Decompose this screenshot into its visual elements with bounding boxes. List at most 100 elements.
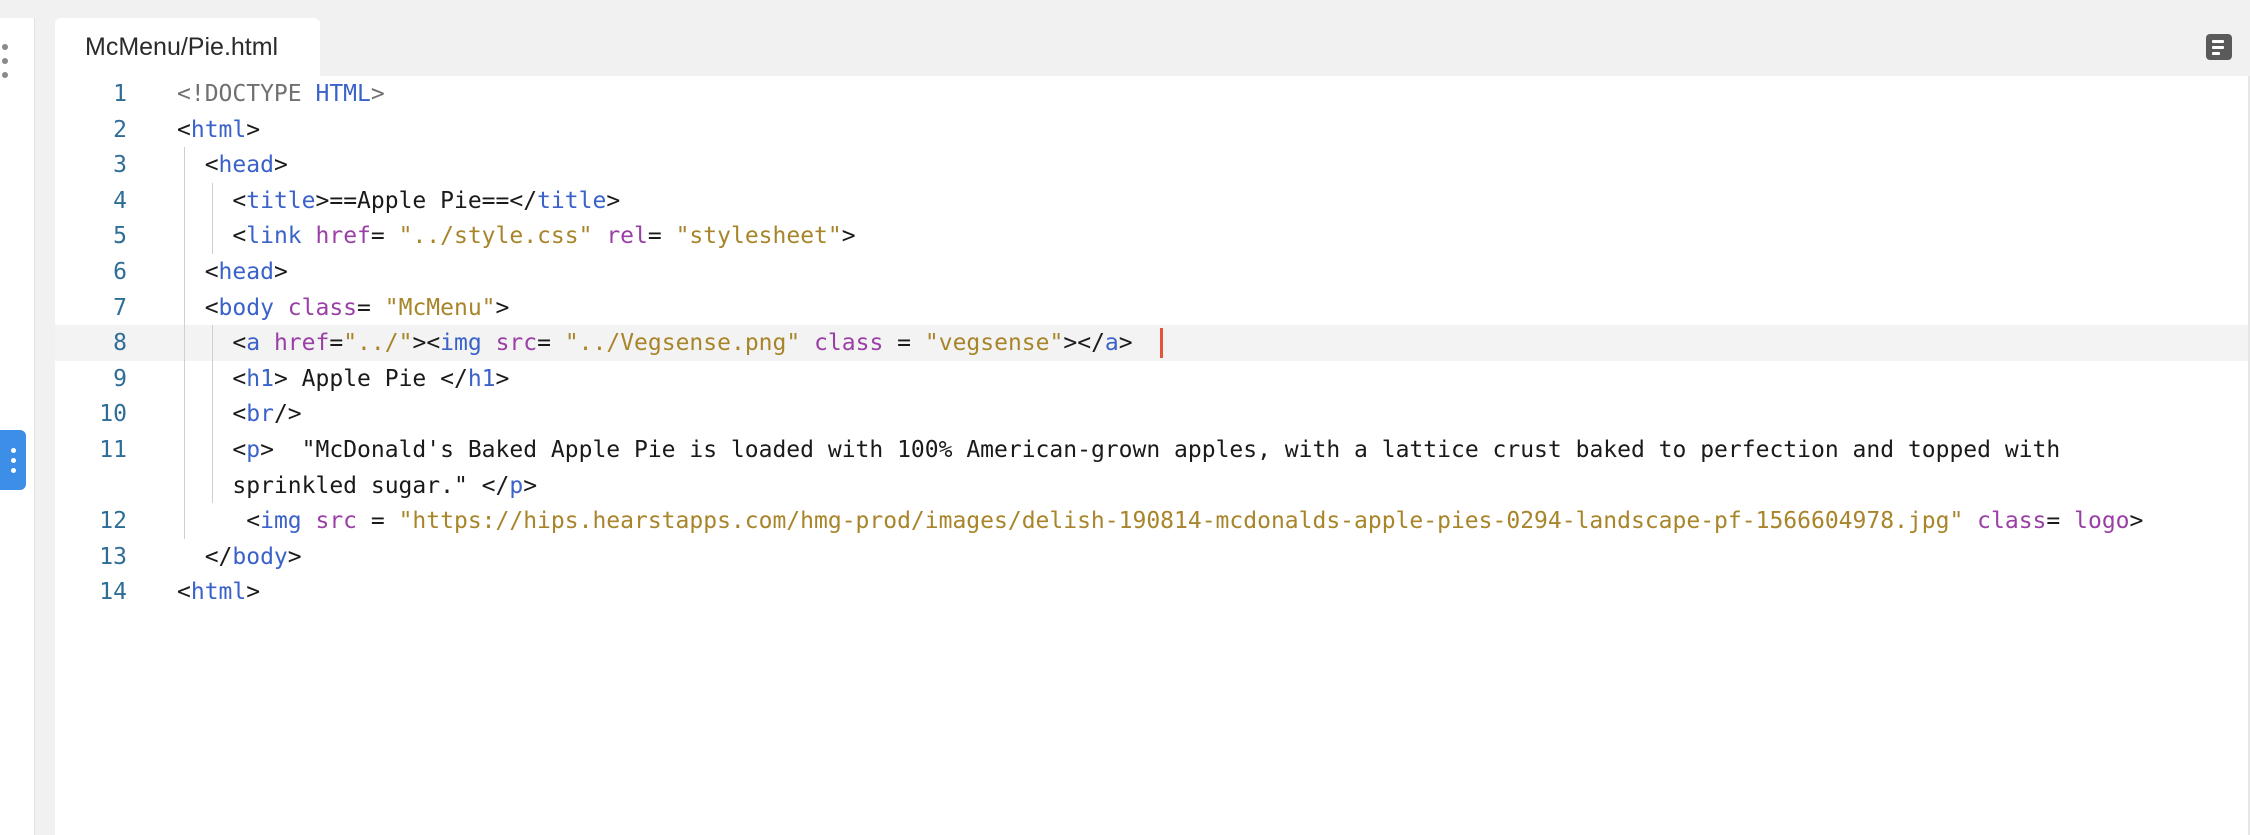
code-token: head — [218, 259, 274, 285]
line-text: <head> — [177, 254, 288, 290]
code-token: img — [440, 330, 496, 357]
code-token: title — [246, 187, 316, 214]
code-token: "vegsense" — [924, 330, 1064, 357]
code-token: body — [218, 294, 288, 321]
code-token: "McMenu" — [384, 294, 496, 321]
code-line[interactable]: 1 <!DOCTYPE HTML> — [55, 76, 2250, 112]
vertical-dots-icon[interactable] — [0, 44, 10, 78]
code-token: a — [1104, 330, 1119, 357]
code-token: a — [246, 330, 274, 357]
code-token: = — [357, 294, 385, 321]
code-token: "https://hips.hearstapps.com/hmg-prod/im… — [398, 508, 1964, 535]
code-token: > — [287, 543, 302, 570]
code-token: = — [370, 223, 399, 250]
line-text: <head> — [177, 147, 288, 183]
code-token: > — [412, 330, 427, 357]
code-token: src — [315, 508, 358, 535]
code-area[interactable]: 1 <!DOCTYPE HTML> 2 <html> 3 <head> 4 <title>… — [55, 76, 2250, 835]
code-token: </ — [1077, 330, 1105, 357]
code-line[interactable]: 13 </body> — [55, 539, 2250, 575]
code-token: p — [246, 437, 261, 463]
code-token: >==Apple Pie==</ — [315, 187, 538, 214]
line-number: 9 — [113, 365, 127, 392]
code-token: = — [883, 330, 925, 357]
line-number: 12 — [99, 508, 127, 535]
line-text: <html> — [177, 574, 260, 610]
code-token: "../style.css" — [398, 223, 593, 250]
line-number: 14 — [99, 579, 127, 606]
line-number: 5 — [113, 223, 127, 250]
code-token: br — [246, 401, 274, 428]
line-text: <br/> — [177, 396, 302, 432]
code-line[interactable]: 5 <link href= "../style.css" rel= "style… — [55, 218, 2250, 254]
panel-toggle-button[interactable] — [0, 430, 26, 490]
code-token: head — [218, 152, 274, 179]
code-token: < — [177, 508, 261, 535]
code-token: <!DOCTYPE — [177, 81, 316, 107]
line-text: <html> — [177, 112, 260, 148]
tab-bar: McMenu/Pie.html — [55, 0, 2250, 76]
code-line[interactable]: 3 <head> — [55, 147, 2250, 183]
code-line[interactable]: 6 <head> — [55, 254, 2250, 290]
code-line[interactable]: 11 <p> "McDonald's Baked Apple Pie is lo… — [55, 432, 2250, 468]
line-text: </body> — [177, 539, 302, 575]
code-token: class — [1977, 508, 2047, 535]
line-number: 2 — [113, 116, 127, 143]
code-token: = — [329, 330, 344, 357]
line-text: <title>==Apple Pie==</title> — [177, 183, 620, 219]
code-line[interactable]: 14 <html> — [55, 574, 2250, 610]
code-token: h1 — [467, 365, 496, 392]
code-token: href — [315, 223, 371, 250]
code-token: html — [190, 579, 247, 606]
code-line[interactable]: 8 <a href="../"><img src= "../Vegsense.p… — [55, 325, 2250, 362]
tab-pie-html[interactable]: McMenu/Pie.html — [55, 18, 320, 76]
code-line[interactable]: 10 <br/> — [55, 396, 2250, 432]
left-rail — [0, 0, 40, 835]
line-number: 11 — [99, 437, 127, 463]
line-number: 6 — [113, 259, 127, 285]
code-line[interactable]: 12 <img src = "https://hips.hearstapps.c… — [55, 503, 2250, 539]
code-token: > — [370, 81, 385, 107]
code-token: /> — [273, 401, 302, 428]
line-number: 1 — [113, 81, 127, 107]
code-token: > — [495, 294, 510, 321]
line-text: <link href= "../style.css" rel= "stylesh… — [177, 218, 855, 254]
code-line[interactable]: 2 <html> — [55, 112, 2250, 148]
line-number: 13 — [99, 543, 127, 570]
indent-guide — [183, 147, 185, 539]
code-token: > — [246, 579, 261, 606]
code-token: title — [537, 187, 607, 214]
line-text: <body class= "McMenu"> — [177, 290, 510, 326]
line-text: <p> "McDonald's Baked Apple Pie is loade… — [177, 432, 2060, 468]
code-token: "../Vegsense.png" — [564, 330, 801, 357]
code-line[interactable]: 7 <body class= "McMenu"> — [55, 290, 2250, 326]
code-line[interactable]: 9 <h1> Apple Pie </h1> — [55, 361, 2250, 397]
line-text: <a href="../"><img src= "../Vegsense.png… — [177, 325, 1146, 361]
code-token: > Apple Pie </ — [273, 365, 468, 392]
code-token: p — [509, 472, 524, 499]
line-number: 4 — [113, 187, 127, 214]
tab-title: McMenu/Pie.html — [85, 32, 279, 61]
code-token: < — [177, 579, 191, 606]
code-token: "stylesheet" — [675, 223, 842, 250]
code-token: body — [232, 543, 288, 570]
line-text: <h1> Apple Pie </h1> — [177, 361, 509, 397]
code-token: HTML — [315, 81, 371, 107]
code-line[interactable]: sprinkled sugar." </p> — [55, 468, 2250, 504]
code-token: class — [814, 330, 884, 357]
code-token: html — [190, 116, 247, 143]
code-token: > — [1118, 330, 1147, 357]
outline-list-icon[interactable] — [2206, 34, 2232, 60]
code-line[interactable]: 4 <title>==Apple Pie==</title> — [55, 183, 2250, 219]
code-editor[interactable]: 1 <!DOCTYPE HTML> 2 <html> 3 <head> 4 <title>… — [55, 76, 2250, 835]
code-token: > — [273, 152, 288, 179]
code-token: = — [537, 330, 565, 357]
indent-guide — [211, 325, 213, 504]
line-text: <!DOCTYPE HTML> — [177, 76, 385, 112]
line-number: 8 — [113, 330, 127, 357]
code-token: > — [606, 187, 621, 214]
code-token: </ — [177, 543, 233, 570]
code-token: > — [273, 259, 288, 285]
code-token: > — [495, 365, 510, 392]
